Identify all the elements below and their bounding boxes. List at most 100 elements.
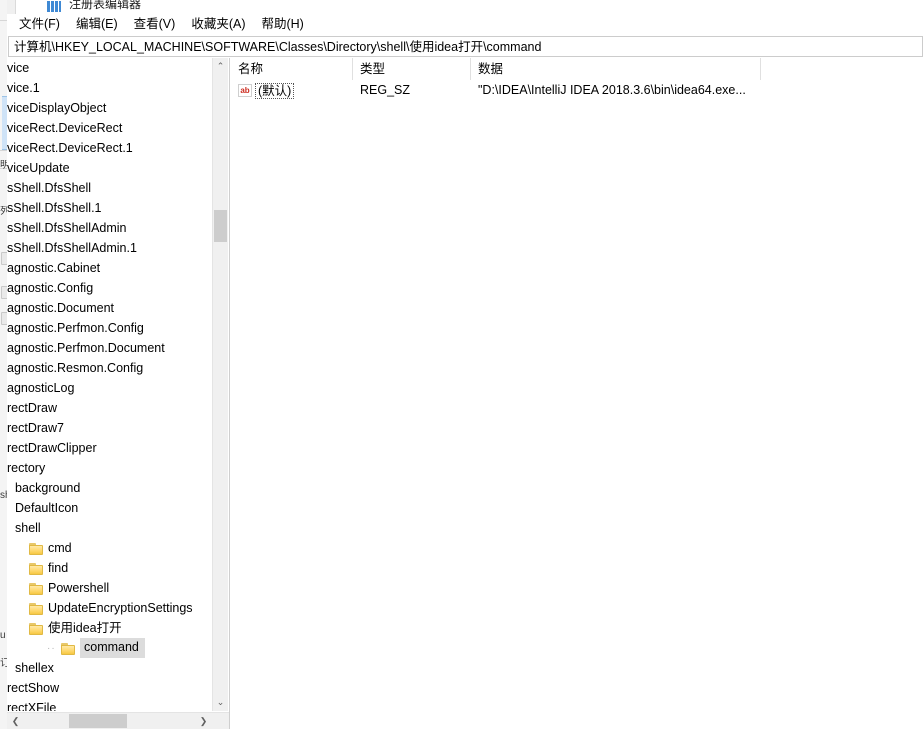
tree-item-cmd[interactable]: cmd [7,538,213,558]
tree-item-sShell.DfsShell.1[interactable]: sShell.DfsShell.1 [7,198,213,218]
tree-item-rectDrawClipper[interactable]: rectDrawClipper [7,438,213,458]
tree-item-label: UpdateEncryptionSettings [48,600,193,615]
scrollbar-corner [213,713,229,729]
tree-item-shell[interactable]: shell [7,518,213,538]
tree-item-label: rectShow [7,680,60,695]
menu-item-favorites[interactable]: 收藏夹(A) [183,15,253,35]
tree-item-label: viceRect.DeviceRect [7,120,123,135]
tree-item-label: agnostic.Cabinet [7,260,101,275]
column-header-filler [761,58,924,80]
tree-item-sShell.DfsShellAdmin[interactable]: sShell.DfsShellAdmin [7,218,213,238]
tree-item-agnosticLog[interactable]: agnosticLog [7,378,213,398]
tree-item-find[interactable]: find [7,558,213,578]
tree-item-label: agnostic.Perfmon.Document [7,340,165,355]
tree-item-label: sShell.DfsShell.1 [7,200,102,215]
tree-item-agnostic.Cabinet[interactable]: agnostic.Cabinet [7,258,213,278]
registry-tree-pane: vice vice.1 viceDisplayObject viceRect.Devi… [7,58,230,729]
tree-item-label: sShell.DfsShellAdmin.1 [7,240,137,255]
tree-item-agnostic.Perfmon.Config[interactable]: agnostic.Perfmon.Config [7,318,213,338]
value-name-cell: ab (默认) [231,82,353,99]
folder-icon [29,562,45,575]
tree-horizontal-scrollbar[interactable]: ❮ ❯ [7,712,229,729]
tree-item-viceRect.DeviceRect[interactable]: viceRect.DeviceRect [7,118,213,138]
tree-item-agnostic.Document[interactable]: agnostic.Document [7,298,213,318]
tree-item-command[interactable]: ·· command [7,638,213,658]
tree-item-label: viceDisplayObject [7,100,107,115]
tree-item-label: DefaultIcon [15,500,79,515]
menu-bar: 文件(F) 编辑(E) 查看(V) 收藏夹(A) 帮助(H) [7,14,924,36]
tree-item-label: viceUpdate [7,160,70,175]
tree-item-label: agnostic.Perfmon.Config [7,320,144,335]
address-bar[interactable]: 计算机\HKEY_LOCAL_MACHINE\SOFTWARE\Classes\… [8,36,923,57]
value-row[interactable]: ab (默认) REG_SZ "D:\IDEA\IntelliJ IDEA 2018.… [231,80,924,101]
folder-icon [61,642,77,655]
title-bar[interactable]: 注册表编辑器 [7,0,924,14]
tree-item-vice[interactable]: vice [7,58,213,78]
tree-item-label: agnosticLog [7,380,75,395]
tree-item-rectDraw7[interactable]: rectDraw7 [7,418,213,438]
tree-item-label: sShell.DfsShellAdmin [7,220,127,235]
tree-item-DefaultIcon[interactable]: DefaultIcon [7,498,213,518]
menu-item-file[interactable]: 文件(F) [11,15,68,35]
folder-icon [29,602,45,615]
tree-vscroll-thumb[interactable] [214,210,227,242]
tree-item-label: rectDraw7 [7,420,64,435]
tree-item-label: command [80,638,145,658]
tree-item-使用idea打开[interactable]: 使用idea打开 [7,618,213,638]
folder-icon [29,582,45,595]
tree-item-agnostic.Config[interactable]: agnostic.Config [7,278,213,298]
tree-item-sShell.DfsShellAdmin.1[interactable]: sShell.DfsShellAdmin.1 [7,238,213,258]
tree-vertical-scrollbar[interactable]: ⌃ ⌄ [212,58,228,711]
value-list-rows[interactable]: ab (默认) REG_SZ "D:\IDEA\IntelliJ IDEA 2018.… [231,80,924,729]
scroll-right-arrow-icon[interactable]: ❯ [195,713,212,729]
tree-item-sShell.DfsShell[interactable]: sShell.DfsShell [7,178,213,198]
ab-string-icon: ab [238,84,252,97]
tree-item-vice.1[interactable]: vice.1 [7,78,213,98]
ab-string-icon-label: ab [240,86,250,95]
tree-hscroll-thumb[interactable] [69,714,127,728]
tree-item-label: 使用idea打开 [48,620,122,635]
tree-item-background[interactable]: background [7,478,213,498]
tree-item-label: rectDrawClipper [7,440,97,455]
menu-item-view[interactable]: 查看(V) [126,15,184,35]
tree-item-Powershell[interactable]: Powershell [7,578,213,598]
tree-item-rectDraw[interactable]: rectDraw [7,398,213,418]
address-path-text: 计算机\HKEY_LOCAL_MACHINE\SOFTWARE\Classes\… [14,39,542,54]
menu-item-help[interactable]: 帮助(H) [253,15,311,35]
tree-item-label: vice.1 [7,80,40,95]
column-header-data[interactable]: 数据 [471,58,761,80]
tree-item-viceRect.DeviceRect.1[interactable]: viceRect.DeviceRect.1 [7,138,213,158]
tree-item-agnostic.Perfmon.Document[interactable]: agnostic.Perfmon.Document [7,338,213,358]
tree-item-label: viceRect.DeviceRect.1 [7,140,133,155]
column-header-name[interactable]: 名称 [231,58,353,80]
folder-icon [29,622,45,635]
tree-item-label: agnostic.Config [7,280,94,295]
tree-item-label: Powershell [48,580,110,595]
tree-item-label: agnostic.Document [7,300,115,315]
tree-item-label: shell [15,520,41,535]
tree-item-label: background [15,480,81,495]
registry-editor-window: 注册表编辑器 文件(F) 编辑(E) 查看(V) 收藏夹(A) 帮助(H) 计算… [7,0,924,729]
tree-item-label: agnostic.Resmon.Config [7,360,144,375]
scroll-left-arrow-icon[interactable]: ❮ [7,713,24,729]
tree-item-rectShow[interactable]: rectShow [7,678,213,698]
scroll-up-arrow-icon[interactable]: ⌃ [213,58,228,75]
window-left-edge [7,0,16,14]
tree-item-shellex[interactable]: shellex [7,658,213,678]
menu-item-edit[interactable]: 编辑(E) [68,15,126,35]
tree-item-viceUpdate[interactable]: viceUpdate [7,158,213,178]
tree-item-viceDisplayObject[interactable]: viceDisplayObject [7,98,213,118]
tree-item-UpdateEncryptionSettings[interactable]: UpdateEncryptionSettings [7,598,213,618]
registry-tree-list[interactable]: vice vice.1 viceDisplayObject viceRect.Devi… [7,58,213,712]
value-type-cell: REG_SZ [360,83,411,97]
value-data-cell: "D:\IDEA\IntelliJ IDEA 2018.3.6\bin\idea… [478,83,746,97]
tree-item-rectXFile[interactable]: rectXFile [7,698,213,712]
tree-item-label: rectXFile [7,700,57,712]
value-list-header: 名称 类型 数据 [231,58,924,80]
tree-item-label: vice [7,60,30,75]
tree-item-rectory[interactable]: rectory [7,458,213,478]
tree-item-agnostic.Resmon.Config[interactable]: agnostic.Resmon.Config [7,358,213,378]
column-header-type[interactable]: 类型 [353,58,471,80]
scroll-down-arrow-icon[interactable]: ⌄ [213,694,228,711]
tree-item-label: shellex [15,660,54,675]
